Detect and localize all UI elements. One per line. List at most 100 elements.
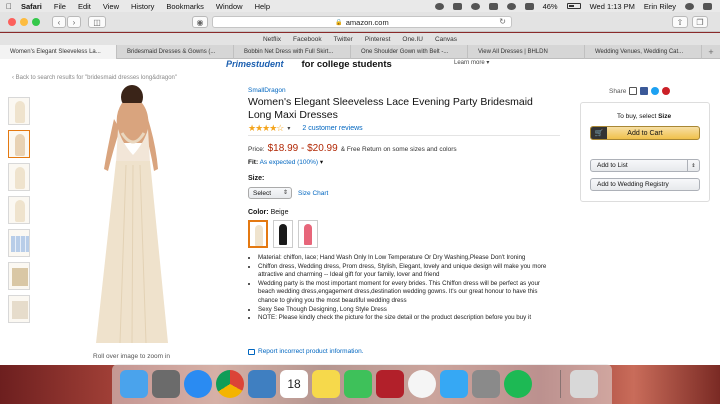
- plus-icon: +: [708, 47, 714, 57]
- time-machine-icon[interactable]: [470, 2, 480, 10]
- swatch-pink[interactable]: [298, 220, 318, 248]
- menu-window[interactable]: Window: [216, 2, 243, 11]
- show-tabs-button[interactable]: ❐: [692, 16, 708, 28]
- menu-edit[interactable]: Edit: [78, 2, 91, 11]
- thumbnail-strip: [8, 97, 32, 328]
- finder-icon[interactable]: [120, 370, 148, 398]
- favorite-one-iu[interactable]: One.IU: [402, 36, 423, 43]
- thumbnail[interactable]: [8, 295, 30, 323]
- tab-womens-dress[interactable]: Women's Elegant Sleeveless La...: [0, 45, 117, 59]
- favorite-netflix[interactable]: Netflix: [263, 36, 281, 43]
- facetime-icon[interactable]: [344, 370, 372, 398]
- thumbnail[interactable]: [8, 262, 30, 290]
- photos-icon[interactable]: [408, 370, 436, 398]
- tab-bridesmaid-dresses[interactable]: Bridesmaid Dresses & Gowns (...: [117, 45, 234, 59]
- buy-box: To buy, select Size 🛒 Add to Cart Add to…: [580, 102, 710, 202]
- menu-bookmarks[interactable]: Bookmarks: [166, 2, 204, 11]
- add-to-registry-button[interactable]: Add to Wedding Registry: [590, 178, 700, 191]
- messages-icon[interactable]: [440, 370, 468, 398]
- favorite-canvas[interactable]: Canvas: [435, 36, 457, 43]
- pinterest-icon[interactable]: [662, 87, 671, 95]
- spotify-icon[interactable]: [504, 370, 532, 398]
- menu-history[interactable]: History: [131, 2, 154, 11]
- notification-center-icon[interactable]: [703, 2, 712, 10]
- notes-icon[interactable]: [312, 370, 340, 398]
- thumbnail[interactable]: [8, 229, 30, 257]
- extension-button[interactable]: ◉: [192, 16, 208, 28]
- zoom-window-button[interactable]: [32, 18, 40, 26]
- swatch-beige[interactable]: [248, 220, 268, 248]
- feature-bullet: Chiffon dress, Wedding dress, Prom dress…: [258, 263, 558, 280]
- tab-one-shoulder-gown[interactable]: One Shoulder Gown with Belt -...: [351, 45, 468, 59]
- back-to-results-link[interactable]: ‹ Back to search results for "bridesmaid…: [12, 75, 177, 81]
- share-button[interactable]: ⇧: [672, 16, 688, 28]
- close-window-button[interactable]: [8, 18, 16, 26]
- report-info-link[interactable]: Report incorrect product information.: [258, 348, 364, 355]
- feature-bullet: Wedding party is the most important mome…: [258, 280, 558, 306]
- clock[interactable]: Wed 1:13 PM: [590, 2, 635, 11]
- add-to-list-button[interactable]: Add to List ⇕: [590, 159, 700, 172]
- volume-icon[interactable]: [524, 2, 534, 10]
- photo-booth-icon[interactable]: [376, 370, 404, 398]
- back-button[interactable]: ‹: [52, 16, 66, 28]
- comment-icon: [248, 348, 255, 355]
- email-icon[interactable]: [629, 87, 638, 95]
- favorite-twitter[interactable]: Twitter: [334, 36, 353, 43]
- menu-file[interactable]: File: [54, 2, 66, 11]
- size-select[interactable]: Select ⇕: [248, 187, 292, 199]
- forward-button[interactable]: ›: [67, 16, 81, 28]
- favorite-facebook[interactable]: Facebook: [293, 36, 322, 43]
- fit-value-link[interactable]: As expected (100%): [260, 159, 319, 166]
- chrome-icon[interactable]: [216, 370, 244, 398]
- prime-student-banner[interactable]: Primestudent for college students: [226, 59, 392, 70]
- sidebar-button[interactable]: ◫: [88, 16, 106, 28]
- add-to-cart-button[interactable]: 🛒 Add to Cart: [590, 126, 700, 140]
- bluetooth-icon[interactable]: [488, 2, 498, 10]
- battery-icon[interactable]: [566, 3, 581, 9]
- thumbnail[interactable]: [8, 97, 30, 125]
- twitter-icon[interactable]: [651, 87, 660, 95]
- product-main-image[interactable]: [70, 85, 180, 347]
- customer-reviews-link[interactable]: 2 customer reviews: [302, 125, 362, 132]
- user-name[interactable]: Erin Riley: [644, 2, 676, 11]
- menu-view[interactable]: View: [103, 2, 119, 11]
- tabs-icon: ❐: [696, 17, 704, 27]
- trash-icon[interactable]: [570, 370, 598, 398]
- learn-more-link[interactable]: Learn more ▾: [454, 59, 489, 66]
- thumbnail[interactable]: [8, 163, 30, 191]
- thumbnail[interactable]: [8, 196, 30, 224]
- facebook-icon[interactable]: [640, 87, 649, 95]
- system-preferences-icon[interactable]: [472, 370, 500, 398]
- menu-app-name[interactable]: Safari: [21, 2, 42, 11]
- launchpad-icon[interactable]: [152, 370, 180, 398]
- feature-bullet: Sexy See Though Designing, Long Style Dr…: [258, 306, 558, 315]
- tab-wedding-venues[interactable]: Wedding Venues, Wedding Cat...: [585, 45, 702, 59]
- menu-help[interactable]: Help: [255, 2, 270, 11]
- spotlight-icon[interactable]: [685, 2, 694, 10]
- chevron-down-icon[interactable]: ▾: [287, 125, 290, 132]
- tab-bhldn[interactable]: View All Dresses | BHLDN: [468, 45, 585, 59]
- dropbox-icon[interactable]: [452, 2, 462, 10]
- minimize-window-button[interactable]: [20, 18, 28, 26]
- chevron-down-icon[interactable]: ▾: [320, 159, 323, 166]
- star-rating-icon[interactable]: ★★★★☆: [248, 123, 284, 134]
- address-bar[interactable]: 🔒 amazon.com ↻: [212, 16, 512, 28]
- fit-label: Fit:: [248, 159, 259, 166]
- select-arrows-icon[interactable]: ⇕: [687, 160, 699, 171]
- preview-icon[interactable]: [248, 370, 276, 398]
- wifi-icon[interactable]: [506, 2, 516, 10]
- safari-icon[interactable]: [184, 370, 212, 398]
- add-to-registry-label: Add to Wedding Registry: [597, 181, 669, 188]
- reload-icon[interactable]: ↻: [499, 17, 506, 26]
- size-chart-link[interactable]: Size Chart: [298, 190, 328, 197]
- cloud-icon[interactable]: [434, 2, 444, 10]
- tab-bobbin-net-dress[interactable]: Bobbin Net Dress with Full Skirt...: [234, 45, 351, 59]
- calendar-icon[interactable]: 18: [280, 370, 308, 398]
- favorite-pinterest[interactable]: Pinterest: [365, 36, 391, 43]
- brand-link[interactable]: SmallDragon: [248, 87, 286, 94]
- swatch-black[interactable]: [273, 220, 293, 248]
- shipping-note: & Free Return on some sizes and colors: [340, 146, 457, 153]
- apple-menu-icon[interactable]: : [6, 2, 12, 11]
- thumbnail-selected[interactable]: [8, 130, 30, 158]
- new-tab-button[interactable]: +: [702, 45, 720, 59]
